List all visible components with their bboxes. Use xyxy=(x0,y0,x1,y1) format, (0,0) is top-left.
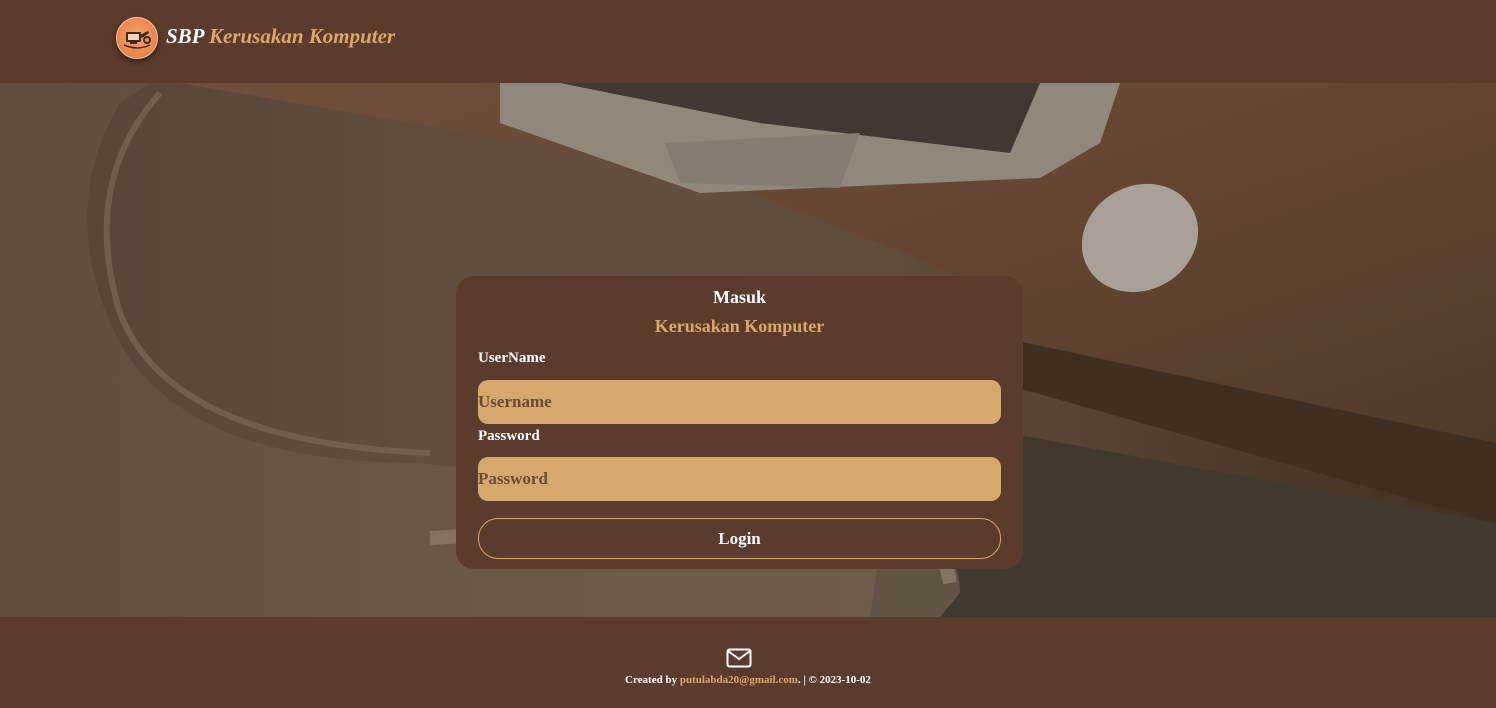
brand-abbrev: SBP xyxy=(166,23,204,48)
login-card: Masuk Kerusakan Komputer UserName Passwo… xyxy=(456,276,1023,569)
password-label: Password xyxy=(478,428,540,444)
brand-name: Kerusakan Komputer xyxy=(208,23,396,48)
brand-title: SBP Kerusakan Komputer xyxy=(166,23,396,48)
hero-background: Masuk Kerusakan Komputer UserName Passwo… xyxy=(0,83,1496,617)
footer-created-by: Created by xyxy=(625,674,678,686)
footer-copyright: . | © 2023-10-02 xyxy=(797,674,871,686)
brand-link[interactable]: SBP Kerusakan Komputer xyxy=(116,17,395,59)
login-title: Masuk xyxy=(712,287,766,307)
username-label: UserName xyxy=(478,350,546,366)
login-subtitle: Kerusakan Komputer xyxy=(654,316,825,336)
login-button[interactable]: Login xyxy=(478,518,1001,559)
footer-email-link[interactable]: putulabda20@gmail.com xyxy=(680,674,798,686)
computer-repair-logo-icon xyxy=(116,17,158,59)
footer: Created by putulabda20@gmail.com. | © 20… xyxy=(0,617,1496,708)
password-input[interactable] xyxy=(478,457,1001,501)
username-input[interactable] xyxy=(478,380,1001,424)
envelope-icon[interactable] xyxy=(726,648,752,673)
footer-credit: Created by putulabda20@gmail.com. | © 20… xyxy=(0,674,1496,686)
navbar: SBP Kerusakan Komputer xyxy=(0,0,1496,83)
